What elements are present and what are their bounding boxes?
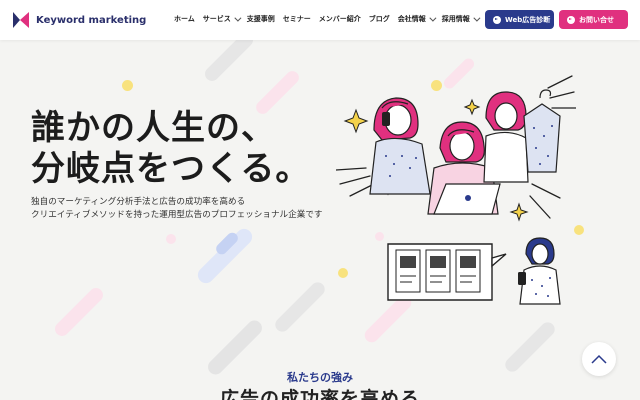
nav-item-label: ホーム xyxy=(174,15,195,23)
decor-dot xyxy=(338,268,348,278)
logo[interactable]: Keyword marketing xyxy=(11,10,146,30)
nav-item-members[interactable]: メンバー紹介 xyxy=(315,14,365,24)
contact-button[interactable]: お問い合せ xyxy=(559,10,628,29)
decor-stripe xyxy=(52,285,106,339)
hero-subtitle: 独自のマーケティング分析手法と広告の成功率を高める クリエイティブメソッドを持っ… xyxy=(31,196,323,222)
site-header: Keyword marketing ホーム サービス 支援事例 セミナー メンバ… xyxy=(0,0,640,40)
section-title: 広告の成功率を高める xyxy=(219,388,420,400)
nav-item-recruit[interactable]: 採用情報 xyxy=(438,14,482,24)
decor-dot xyxy=(375,232,384,241)
team-illustration xyxy=(336,75,576,222)
hero-title: 誰かの人生の、 分岐点をつくる。 xyxy=(31,108,310,190)
decor-stripe xyxy=(502,319,558,375)
nav-item-services[interactable]: サービス xyxy=(199,14,243,24)
arrow-circle-icon xyxy=(567,15,575,24)
web-ad-diagnosis-label: Web広告診断 xyxy=(505,15,551,24)
nav-item-cases[interactable]: 支援事例 xyxy=(243,14,279,24)
decor-dot xyxy=(166,234,176,244)
chevron-up-icon xyxy=(591,354,607,364)
nav-item-blog[interactable]: ブログ xyxy=(365,14,394,24)
nav-item-company[interactable]: 会社情報 xyxy=(394,14,438,24)
nav-item-label: 採用情報 xyxy=(441,15,470,23)
contact-label: お問い合せ xyxy=(579,15,614,24)
hero-title-line: 分岐点をつくる。 xyxy=(31,149,311,189)
nav-item-seminar[interactable]: セミナー xyxy=(279,14,315,24)
nav-item-label: 会社情報 xyxy=(397,15,426,23)
nav-item-label: 支援事例 xyxy=(246,15,275,23)
decor-dot xyxy=(122,80,133,91)
decor-stripe xyxy=(194,225,256,287)
decor-stripe xyxy=(272,279,328,335)
nav-item-label: メンバー紹介 xyxy=(318,15,361,23)
hero-subtitle-line: クリエイティブメソッドを持った運用型広告のプロフェッショナル企業です xyxy=(31,210,323,220)
web-ad-diagnosis-button[interactable]: Web広告診断 xyxy=(485,10,554,29)
chevron-down-icon xyxy=(234,14,242,22)
main-nav: ホーム サービス 支援事例 セミナー メンバー紹介 ブログ 会社情報 採用情報 xyxy=(170,14,482,24)
scroll-to-top-button[interactable] xyxy=(582,342,616,376)
logo-text: Keyword marketing xyxy=(36,14,147,26)
chevron-down-icon xyxy=(429,14,437,22)
nav-item-label: サービス xyxy=(202,15,231,23)
section-eyebrow: 私たちの強み xyxy=(287,371,353,384)
chevron-down-icon xyxy=(473,14,481,22)
nav-item-label: ブログ xyxy=(368,15,390,23)
nav-item-home[interactable]: ホーム xyxy=(170,14,199,24)
ad-creative-illustration xyxy=(387,237,561,305)
hero-subtitle-line: 独自のマーケティング分析手法と広告の成功率を高める xyxy=(31,197,246,207)
hero-title-line: 誰かの人生の、 xyxy=(31,108,276,148)
nav-item-label: セミナー xyxy=(282,15,311,23)
logo-k-icon xyxy=(13,12,29,28)
arrow-circle-icon xyxy=(493,15,501,24)
